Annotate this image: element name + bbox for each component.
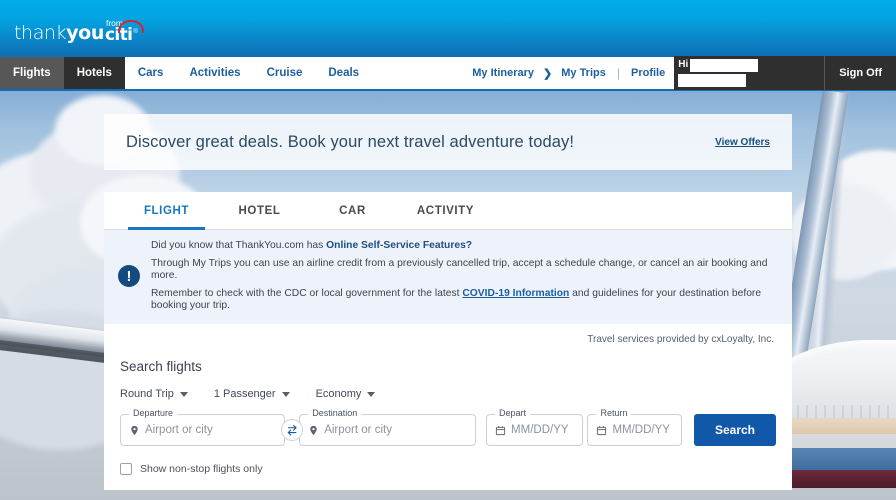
depart-date-input[interactable]: Depart MM/DD/YY [486, 414, 583, 446]
provider-disclaimer: Travel services provided by cxLoyalty, I… [104, 324, 792, 345]
return-date-placeholder: MM/DD/YY [612, 424, 670, 436]
nav-item-flights[interactable]: Flights [0, 57, 64, 89]
notice-line-1: Did you know that ThankYou.com has Onlin… [151, 240, 776, 252]
citi-thankyou-logo[interactable]: thankyou from citi ® [14, 13, 138, 43]
nav-item-cars[interactable]: Cars [125, 57, 177, 89]
return-date-input[interactable]: Return MM/DD/YY [587, 414, 682, 446]
nonstop-label: Show non-stop flights only [140, 463, 263, 475]
greeting-text: Hi [678, 59, 688, 70]
promo-banner: Discover great deals. Book your next tra… [104, 114, 792, 170]
chevron-right-icon: ❯ [543, 67, 552, 80]
search-options-row: Round Trip 1 Passenger Economy [120, 388, 776, 400]
nav-item-hotels[interactable]: Hotels [64, 57, 125, 89]
nav-spacer [372, 57, 463, 89]
notice-line-2: Through My Trips you can use an airline … [151, 258, 776, 282]
return-date-label: Return [596, 408, 631, 418]
departure-label: Departure [129, 408, 177, 418]
notice-line-1-prefix: Did you know that ThankYou.com has [151, 240, 326, 251]
search-fields-row: Departure Airport or city Destination Ai… [120, 414, 776, 446]
chevron-down-icon [282, 392, 290, 397]
notice-text-block: Did you know that ThankYou.com has Onlin… [151, 240, 776, 312]
notice-line-3: Remember to check with the CDC or local … [151, 288, 776, 312]
nonstop-checkbox[interactable] [120, 463, 132, 475]
departure-placeholder: Airport or city [145, 424, 213, 436]
nav-item-cruise[interactable]: Cruise [254, 57, 316, 89]
search-card: FLIGHT HOTEL CAR ACTIVITY ! Did you know… [104, 192, 792, 490]
calendar-icon [495, 425, 506, 436]
exclamation-icon: ! [118, 265, 140, 287]
trip-type-value: Round Trip [120, 388, 174, 400]
nav-profile[interactable]: Profile [622, 57, 674, 89]
nav-utility-group: My Itinerary ❯ My Trips | Profile Hi Sig… [463, 57, 896, 89]
cabin-class-value: Economy [316, 388, 362, 400]
tab-hotel[interactable]: HOTEL [213, 192, 306, 229]
product-tabs: FLIGHT HOTEL CAR ACTIVITY [104, 192, 792, 230]
swap-arrows-icon [286, 424, 299, 437]
self-service-link[interactable]: Online Self-Service Features? [326, 240, 472, 251]
departure-input[interactable]: Departure Airport or city [120, 414, 285, 446]
passengers-dropdown[interactable]: 1 Passenger [214, 388, 290, 400]
search-button[interactable]: Search [694, 414, 776, 446]
redacted-username [690, 59, 758, 72]
tab-car[interactable]: CAR [306, 192, 399, 229]
trip-type-dropdown[interactable]: Round Trip [120, 388, 188, 400]
tab-activity[interactable]: ACTIVITY [399, 192, 492, 229]
sign-off-button[interactable]: Sign Off [824, 56, 896, 90]
nav-my-itinerary[interactable]: My Itinerary [463, 57, 543, 89]
citi-arc-icon [118, 20, 144, 33]
location-pin-icon [308, 425, 319, 436]
main-navigation: Flights Hotels Cars Activities Cruise De… [0, 57, 896, 91]
nav-divider: | [615, 66, 622, 80]
chevron-down-icon [180, 392, 188, 397]
nonstop-checkbox-row: Show non-stop flights only [120, 463, 776, 475]
depart-date-label: Depart [495, 408, 530, 418]
location-pin-icon [129, 425, 140, 436]
nav-my-trips[interactable]: My Trips [552, 57, 615, 89]
destination-label: Destination [308, 408, 361, 418]
nav-item-deals[interactable]: Deals [315, 57, 372, 89]
passengers-value: 1 Passenger [214, 388, 276, 400]
chevron-down-icon [367, 392, 375, 397]
notice-banner: ! Did you know that ThankYou.com has Onl… [104, 230, 792, 324]
redacted-points [678, 74, 746, 87]
destination-placeholder: Airport or city [324, 424, 392, 436]
tab-flight[interactable]: FLIGHT [120, 192, 213, 229]
view-offers-link[interactable]: View Offers [715, 137, 770, 148]
nav-item-activities[interactable]: Activities [176, 57, 253, 89]
logo-you-text: you [66, 24, 104, 43]
depart-date-placeholder: MM/DD/YY [511, 424, 569, 436]
site-header: thankyou from citi ® [0, 0, 896, 57]
logo-thank-text: thank [14, 24, 66, 43]
destination-input[interactable]: Destination Airport or city [299, 414, 476, 446]
user-greeting-panel: Hi [674, 56, 824, 90]
promo-headline: Discover great deals. Book your next tra… [126, 133, 574, 152]
calendar-icon [596, 425, 607, 436]
covid-info-link[interactable]: COVID-19 Information [462, 288, 569, 299]
flight-search-form: Search flights Round Trip 1 Passenger Ec… [104, 345, 792, 475]
cabin-class-dropdown[interactable]: Economy [316, 388, 376, 400]
notice-line-3-prefix: Remember to check with the CDC or local … [151, 288, 462, 299]
form-title: Search flights [120, 359, 776, 374]
